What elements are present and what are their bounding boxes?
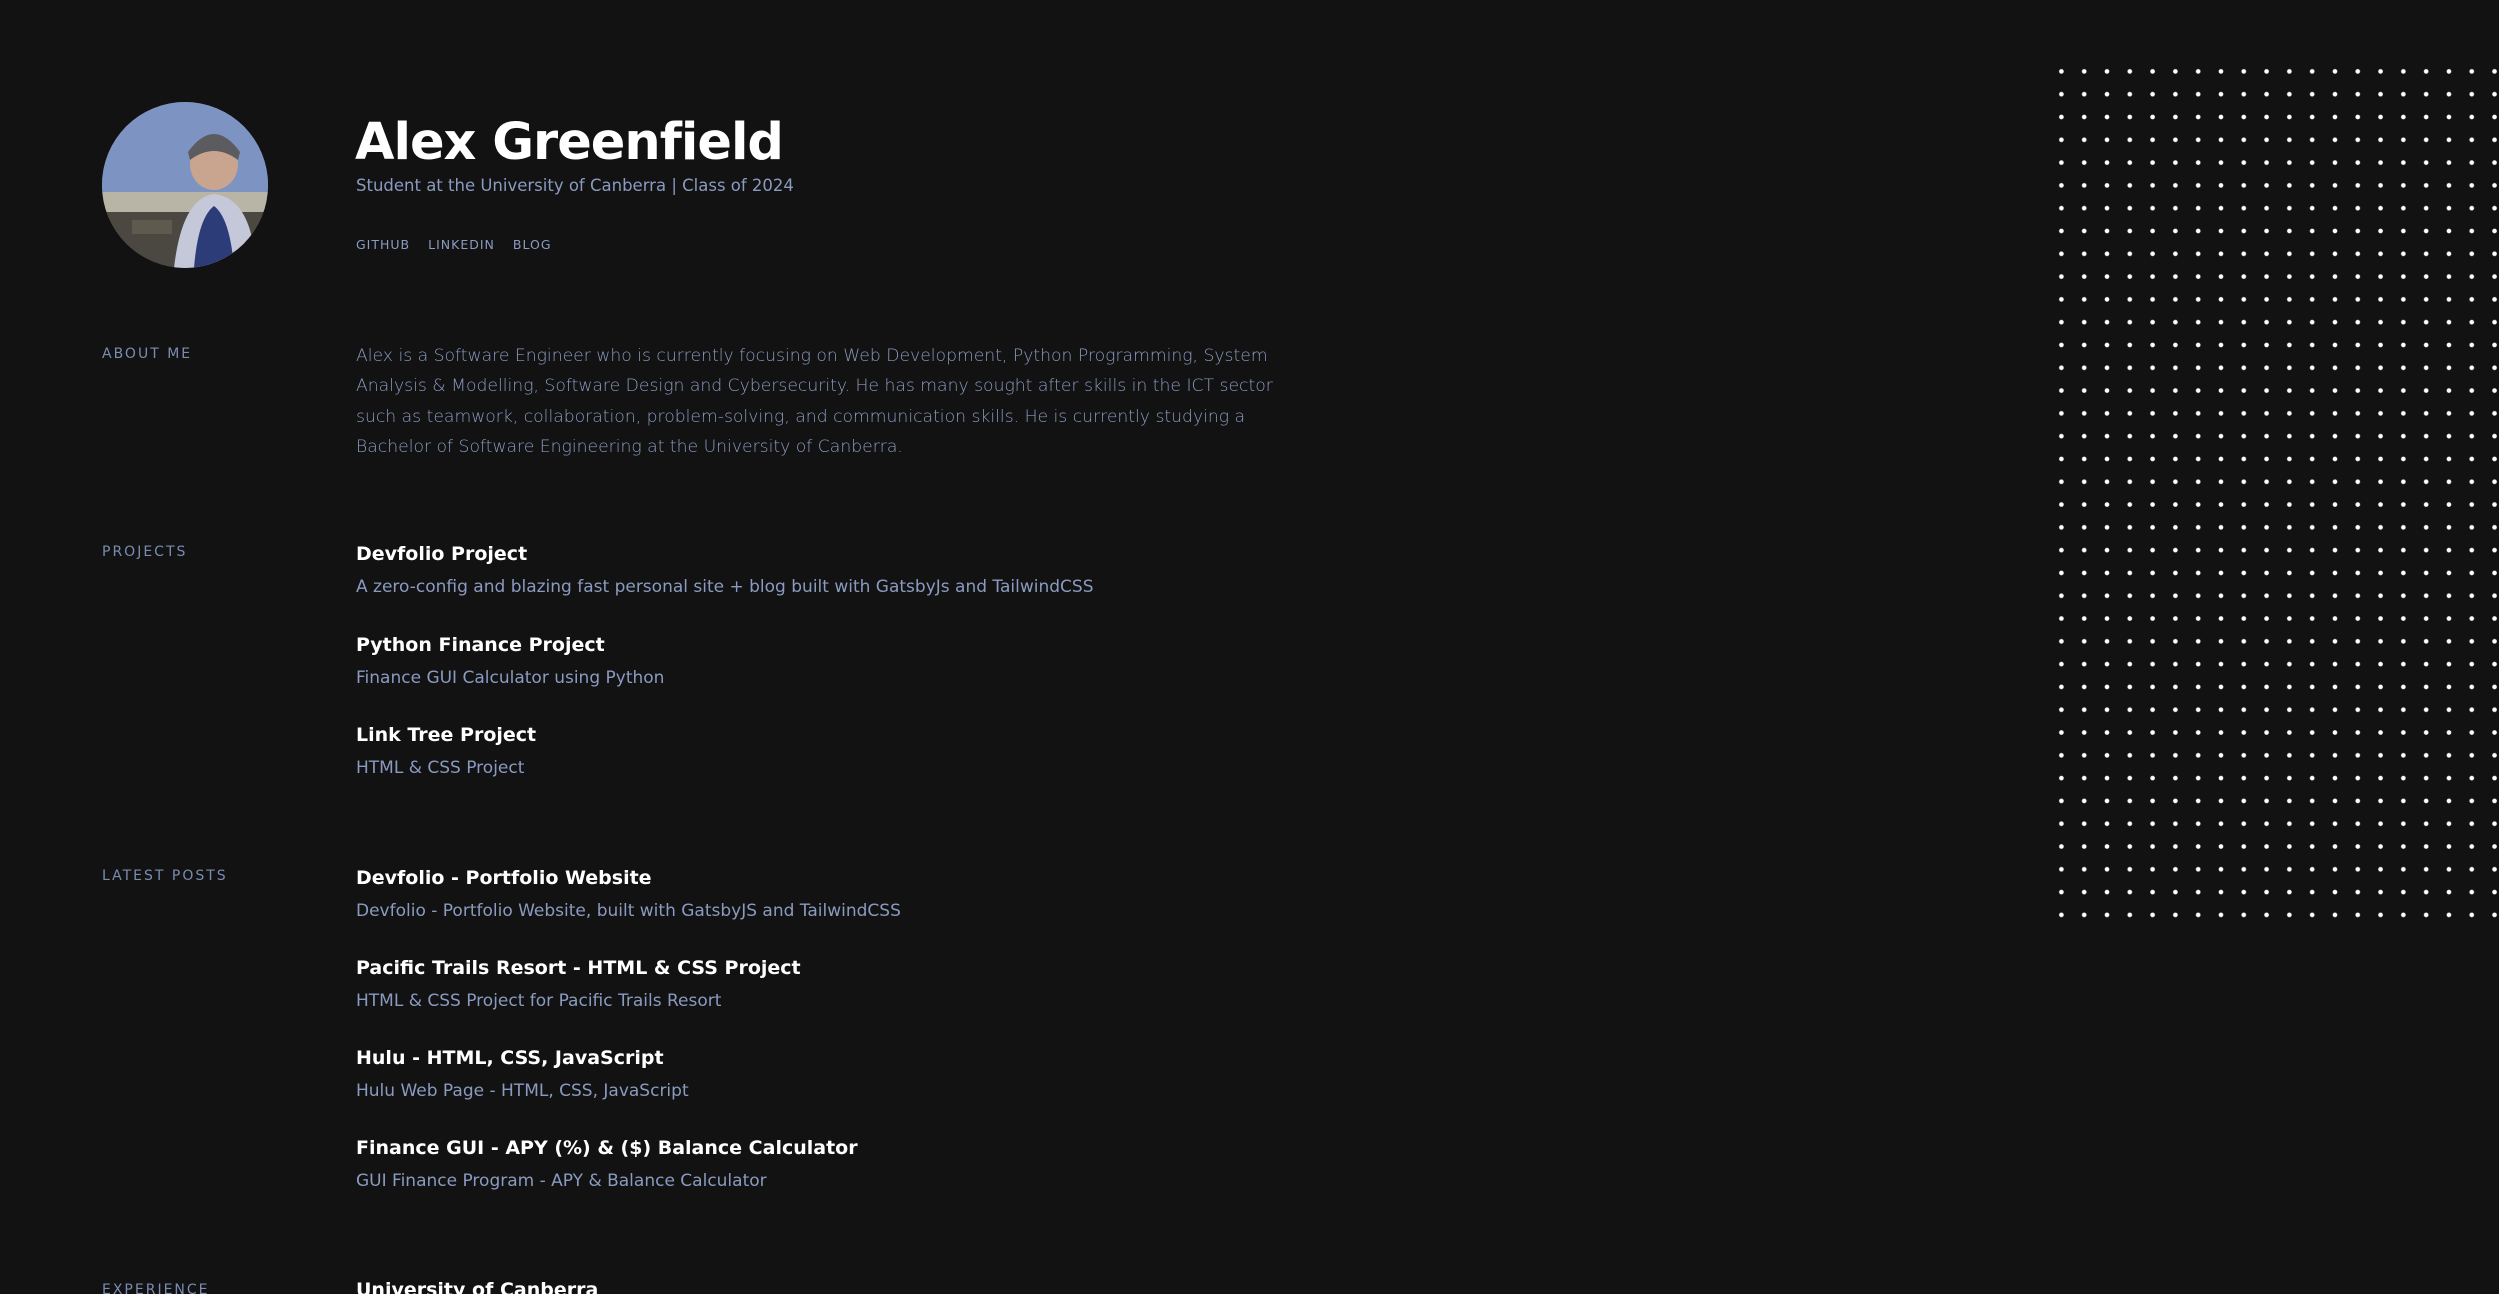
portfolio-page: Alex Greenfield Student at the Universit… <box>0 0 2499 1294</box>
project-item[interactable]: Devfolio Project A zero-config and blazi… <box>356 541 1094 599</box>
project-description: Finance GUI Calculator using Python <box>356 668 665 688</box>
dot-grid-decoration <box>2050 60 2499 930</box>
post-title[interactable]: Finance GUI - APY (%) & ($) Balance Calc… <box>356 1135 858 1161</box>
project-item[interactable]: Python Finance Project Finance GUI Calcu… <box>356 632 664 690</box>
profile-subtitle: Student at the University of Canberra | … <box>356 176 794 195</box>
post-description: Devfolio - Portfolio Website, built with… <box>356 901 901 921</box>
linkedin-link[interactable]: LINKEDIN <box>428 236 495 254</box>
post-item[interactable]: Pacific Trails Resort - HTML & CSS Proje… <box>356 955 801 1013</box>
post-item[interactable]: Finance GUI - APY (%) & ($) Balance Calc… <box>356 1135 858 1193</box>
project-description: A zero-config and blazing fast personal … <box>356 577 1094 597</box>
profile-name: Alex Greenfield <box>355 113 784 172</box>
project-item[interactable]: Link Tree Project HTML & CSS Project <box>356 722 536 780</box>
experience-item[interactable]: University of Canberra <box>356 1277 598 1294</box>
post-item[interactable]: Devfolio - Portfolio Website Devfolio - … <box>356 865 901 923</box>
experience-section-label: EXPERIENCE <box>102 1282 210 1294</box>
posts-section-label: LATEST POSTS <box>102 868 228 884</box>
avatar-photo-icon <box>102 102 268 268</box>
project-description: HTML & CSS Project <box>356 758 525 778</box>
post-description: GUI Finance Program - APY & Balance Calc… <box>356 1171 767 1191</box>
social-links: GITHUB LINKEDIN BLOG <box>356 236 552 254</box>
post-title[interactable]: Pacific Trails Resort - HTML & CSS Proje… <box>356 955 801 981</box>
project-title[interactable]: Link Tree Project <box>356 722 536 748</box>
post-title[interactable]: Devfolio - Portfolio Website <box>356 865 901 891</box>
about-section-label: ABOUT ME <box>102 346 193 362</box>
post-description: Hulu Web Page - HTML, CSS, JavaScript <box>356 1081 689 1101</box>
about-text: Alex is a Software Engineer who is curre… <box>356 346 1273 457</box>
project-title[interactable]: Python Finance Project <box>356 632 664 658</box>
post-title[interactable]: Hulu - HTML, CSS, JavaScript <box>356 1045 689 1071</box>
experience-title[interactable]: University of Canberra <box>356 1277 598 1294</box>
project-title[interactable]: Devfolio Project <box>356 541 1094 567</box>
projects-section-label: PROJECTS <box>102 544 188 560</box>
github-link[interactable]: GITHUB <box>356 236 410 254</box>
avatar <box>102 102 268 268</box>
blog-link[interactable]: BLOG <box>513 236 552 254</box>
post-item[interactable]: Hulu - HTML, CSS, JavaScript Hulu Web Pa… <box>356 1045 689 1103</box>
post-description: HTML & CSS Project for Pacific Trails Re… <box>356 991 722 1011</box>
